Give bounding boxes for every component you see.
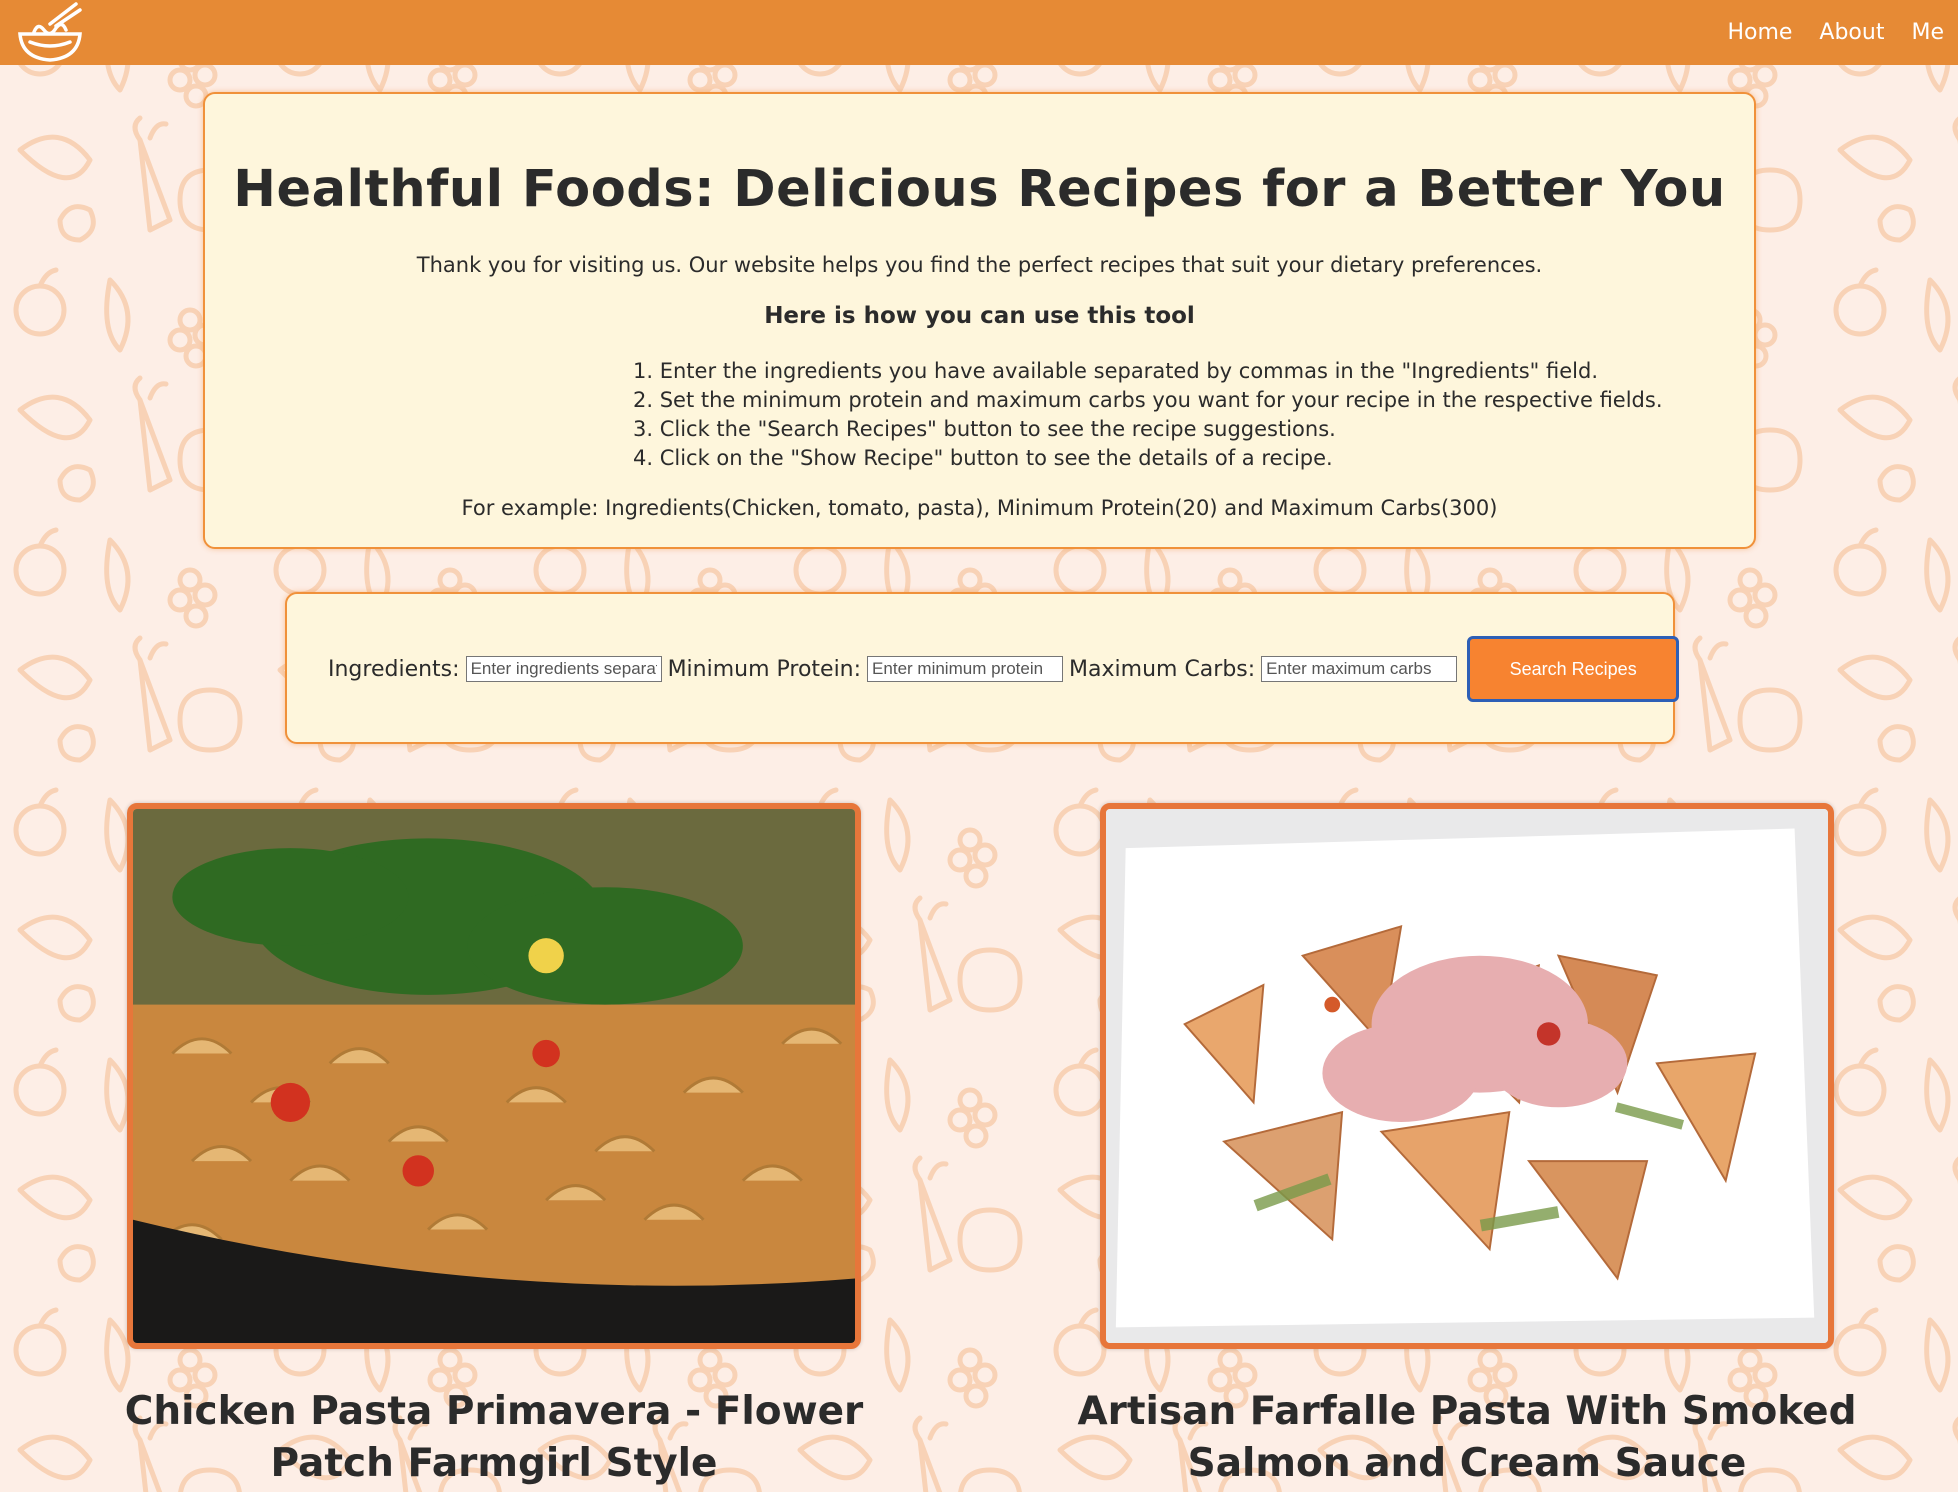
page-title: Healthful Foods: Delicious Recipes for a… [233, 160, 1726, 219]
search-recipes-button[interactable]: Search Recipes [1467, 636, 1680, 702]
recipe-image[interactable] [1100, 803, 1834, 1349]
howto-heading: Here is how you can use this tool [764, 303, 1195, 329]
ingredients-input[interactable] [465, 656, 662, 682]
intro-content: Healthful Foods: Delicious Recipes for a… [203, 0, 1756, 560]
nav-link-me[interactable]: Me [1911, 20, 1944, 45]
nav-link-home[interactable]: Home [1727, 20, 1792, 45]
ingredients-label: Ingredients: [328, 656, 460, 682]
min-protein-input[interactable] [867, 656, 1064, 682]
nav-link-about[interactable]: About [1819, 20, 1884, 45]
noodle-bowl-icon[interactable] [16, 2, 84, 62]
recipe-card: Artisan Farfalle Pasta With Smoked Salmo… [1077, 803, 1857, 1486]
max-carbs-label: Maximum Carbs: [1069, 656, 1256, 682]
intro-description: Thank you for visiting us. Our website h… [416, 253, 1543, 277]
instruction-step: 2. Set the minimum protein and maximum c… [633, 388, 1663, 412]
instruction-step: 3. Click the "Search Recipes" button to … [633, 417, 1336, 441]
instruction-step: 1. Enter the ingredients you have availa… [633, 359, 1599, 383]
recipe-image[interactable] [127, 803, 861, 1349]
min-protein-label: Minimum Protein: [667, 656, 862, 682]
instructions-list: 1. Enter the ingredients you have availa… [633, 357, 1663, 473]
instruction-step: 4. Click on the "Show Recipe" button to … [633, 446, 1333, 470]
example-text: For example: Ingredients(Chicken, tomato… [461, 496, 1498, 520]
recipe-title[interactable]: Chicken Pasta Primavera - Flower Patch F… [87, 1386, 901, 1490]
pasta-primavera-photo [133, 809, 855, 1343]
farfalle-salmon-photo [1106, 809, 1828, 1343]
recipe-card: Chicken Pasta Primavera - Flower Patch F… [125, 803, 863, 1486]
nav-links: Home About Me [1727, 0, 1944, 65]
max-carbs-input[interactable] [1261, 656, 1458, 682]
top-navbar: Home About Me [0, 0, 1958, 65]
recipe-title[interactable]: Artisan Farfalle Pasta With Smoked Salmo… [1060, 1386, 1874, 1490]
search-form: Ingredients: Minimum Protein: Maximum Ca… [328, 636, 1680, 702]
